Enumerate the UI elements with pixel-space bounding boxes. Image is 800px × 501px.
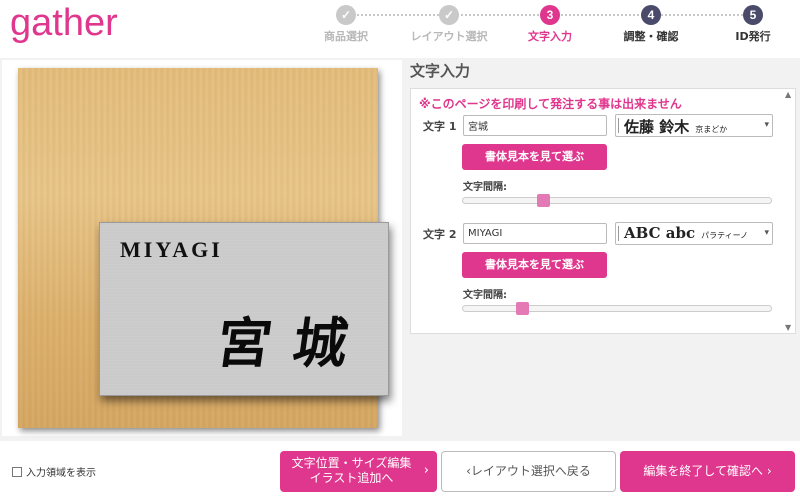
step-2-label: レイアウト選択 [410,30,488,43]
show-input-area-label: 入力領域を表示 [26,468,96,479]
nameplate-preview: MIYAGI 宮城 [2,60,402,436]
show-input-area-checkbox[interactable]: 入力領域を表示 [12,464,96,479]
edit-position-label-1: 文字位置・サイズ編集 [291,456,412,470]
field-1-label: 文字 1 [423,120,457,133]
back-to-layout-button[interactable]: ‹レイアウト選択へ戻る [441,451,616,492]
form-title: 文字入力 [410,62,471,80]
font-1-name: 京まどか [695,125,728,134]
print-warning: ※このページを印刷して発注する事は出来ません [419,97,682,111]
step-1-label: 商品選択 [324,30,368,43]
spacing-1-label: 文字間隔: [463,182,507,193]
spacing-2-slider[interactable] [462,302,772,315]
finish-edit-label: 編集を終了して確認へ [643,464,764,478]
step-product-select: ✓ 商品選択 [301,5,391,44]
chevron-down-icon: ▾ [764,120,769,130]
font-2-select[interactable]: ABC abc パラティーノ ▾ [615,222,773,245]
step-id-issue: 5 ID発行 [708,5,798,44]
select-divider [618,118,619,133]
step-adjust-confirm: 4 調整・確認 [606,5,696,44]
chevron-right-icon: › [423,463,429,478]
font-2-name: パラティーノ [701,231,749,240]
spacing-1-slider[interactable] [462,194,772,207]
select-divider [618,226,619,241]
plate-english-text: MIYAGI [120,237,223,262]
step-5-label: ID発行 [735,30,771,43]
field-2-label: 文字 2 [423,228,457,241]
font-1-select[interactable]: 佐藤 鈴木 京まどか ▾ [615,114,773,137]
panel-scrollbar[interactable]: ▲ ▼ [785,90,793,332]
step-1-check-icon: ✓ [336,5,356,25]
text-1-input[interactable] [463,115,607,136]
spacing-2-slider-thumb[interactable] [516,302,530,315]
step-3-number: 3 [540,5,560,25]
scroll-down-icon[interactable]: ▼ [785,323,791,332]
spacing-1-slider-thumb[interactable] [537,194,551,207]
font-2-sample-button[interactable]: 書体見本を見て選ぶ [462,252,607,278]
chevron-right-icon: › [763,464,772,478]
step-layout-select: ✓ レイアウト選択 [404,5,494,44]
spacing-2-label: 文字間隔: [463,290,507,301]
text-2-input[interactable] [463,223,607,244]
steel-plate: MIYAGI 宮城 [99,222,389,396]
font-1-sample: 佐藤 鈴木 京まどか [624,116,728,136]
step-2-check-icon: ✓ [439,5,459,25]
footer: 入力領域を表示 文字位置・サイズ編集 イラスト追加へ › ‹レイアウト選択へ戻る… [0,441,800,501]
plate-japanese-text: 宮城 [212,311,374,375]
step-5-number: 5 [743,5,763,25]
step-4-label: 調整・確認 [623,30,679,43]
chevron-down-icon: ▾ [764,228,769,238]
step-3-label: 文字入力 [528,30,572,43]
header: gather ✓ 商品選択 ✓ レイアウト選択 3 文字入力 4 調整・確認 5… [0,0,800,58]
step-4-number: 4 [641,5,661,25]
font-2-sample: ABC abc パラティーノ [624,224,748,242]
font-1-sample-button[interactable]: 書体見本を見て選ぶ [462,144,607,170]
edit-position-label-2: イラスト追加へ [309,471,394,485]
back-to-layout-label: レイアウト選択へ戻る [470,464,591,478]
font-2-sample-text: ABC abc [624,224,696,242]
font-1-sample-text: 佐藤 鈴木 [624,118,690,136]
text-input-panel: ※このページを印刷して発注する事は出来ません 文字 1 佐藤 鈴木京まどか ▾ … [410,88,796,334]
step-text-input: 3 文字入力 [505,5,595,44]
finish-edit-button[interactable]: 編集を終了して確認へ › [620,451,795,492]
checkbox-box[interactable] [12,467,22,477]
scroll-up-icon[interactable]: ▲ [785,90,791,99]
gather-logo[interactable]: gather [10,2,118,45]
edit-position-size-button[interactable]: 文字位置・サイズ編集 イラスト追加へ › [280,451,437,492]
